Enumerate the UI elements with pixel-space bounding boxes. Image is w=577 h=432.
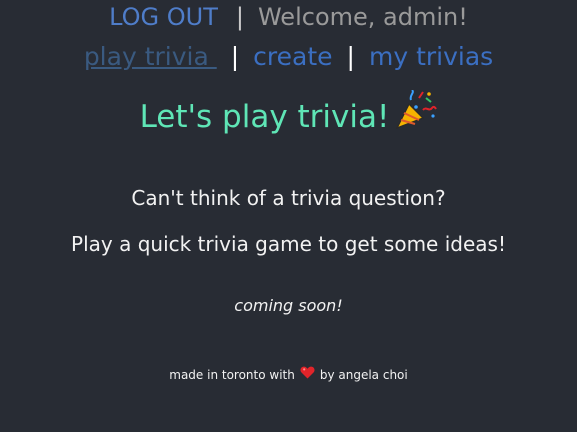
party-popper-icon	[395, 88, 438, 140]
heart-icon	[300, 366, 315, 384]
nav-create-link[interactable]: create	[253, 42, 332, 71]
footer-prefix: made in toronto with	[169, 368, 295, 382]
welcome-text: Welcome, admin!	[257, 3, 468, 31]
nav-separator: |	[346, 42, 355, 71]
nav-my-trivias-link[interactable]: my trivias	[369, 42, 493, 71]
main-nav: play trivia | create | my trivias	[0, 42, 577, 72]
top-bar: LOG OUT | Welcome, admin!	[0, 2, 577, 32]
footer: made in toronto with by angela choi	[0, 366, 577, 384]
prompt-description: Play a quick trivia game to get some ide…	[71, 232, 506, 256]
prompt-question: Can't think of a trivia question?	[131, 186, 446, 210]
logout-link[interactable]: LOG OUT	[109, 3, 218, 31]
page-heading: Let's play trivia!	[0, 88, 577, 140]
status-text: coming soon!	[234, 296, 343, 315]
nav-separator: |	[230, 42, 240, 71]
page-heading-text: Let's play trivia!	[139, 99, 390, 135]
header-separator: |	[235, 3, 244, 31]
nav-play-trivia-link[interactable]: play trivia	[84, 42, 217, 71]
footer-suffix: by angela choi	[319, 368, 408, 382]
